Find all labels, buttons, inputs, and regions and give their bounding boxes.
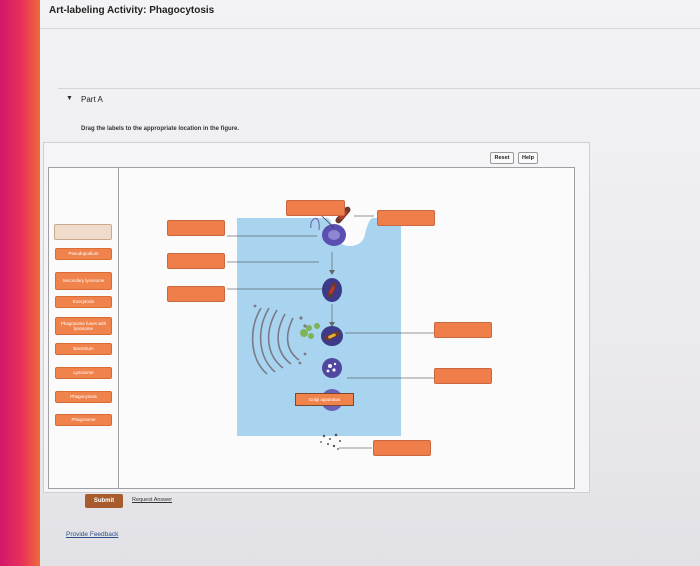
exocytosis-debris	[320, 433, 341, 450]
drop-target-7[interactable]	[434, 368, 492, 384]
submit-button[interactable]: Submit	[85, 494, 123, 508]
reset-button[interactable]: Reset	[490, 152, 514, 164]
part-a-toggle[interactable]: Part A	[81, 95, 103, 104]
art-labeling-activity: Reset Help Pseudopodium Secondary lysoso…	[43, 142, 590, 493]
lysosome-vesicle	[300, 329, 308, 337]
lysosome-vesicle	[314, 323, 320, 329]
phagocytosis-diagram	[227, 203, 434, 450]
request-answer-link[interactable]: Request Answer	[132, 497, 172, 503]
drop-target-8[interactable]	[373, 440, 431, 456]
divider	[58, 88, 700, 89]
instruction-text: Drag the labels to the appropriate locat…	[81, 126, 240, 132]
drop-target-6[interactable]	[434, 322, 492, 338]
secondary-lysosome-cell	[322, 358, 342, 378]
drop-target-4[interactable]	[167, 253, 225, 269]
chevron-down-icon[interactable]: ▼	[66, 95, 73, 102]
figure-canvas: Pseudopodium Secondary lysosome Exocytos…	[48, 167, 575, 489]
drop-target-1[interactable]	[286, 200, 345, 216]
help-button[interactable]: Help	[518, 152, 538, 164]
provide-feedback-link[interactable]: Provide Feedback	[66, 531, 118, 538]
golgi-apparatus-label[interactable]: Golgi apparatus	[295, 393, 354, 406]
drop-target-5[interactable]	[167, 286, 225, 302]
lysosome-vesicle	[306, 325, 312, 331]
drop-target-3[interactable]	[167, 220, 225, 236]
divider	[40, 28, 700, 29]
phagosome-inner	[328, 230, 340, 240]
drop-target-2[interactable]	[377, 210, 435, 226]
page-title: Art-labeling Activity: Phagocytosis	[49, 5, 215, 16]
